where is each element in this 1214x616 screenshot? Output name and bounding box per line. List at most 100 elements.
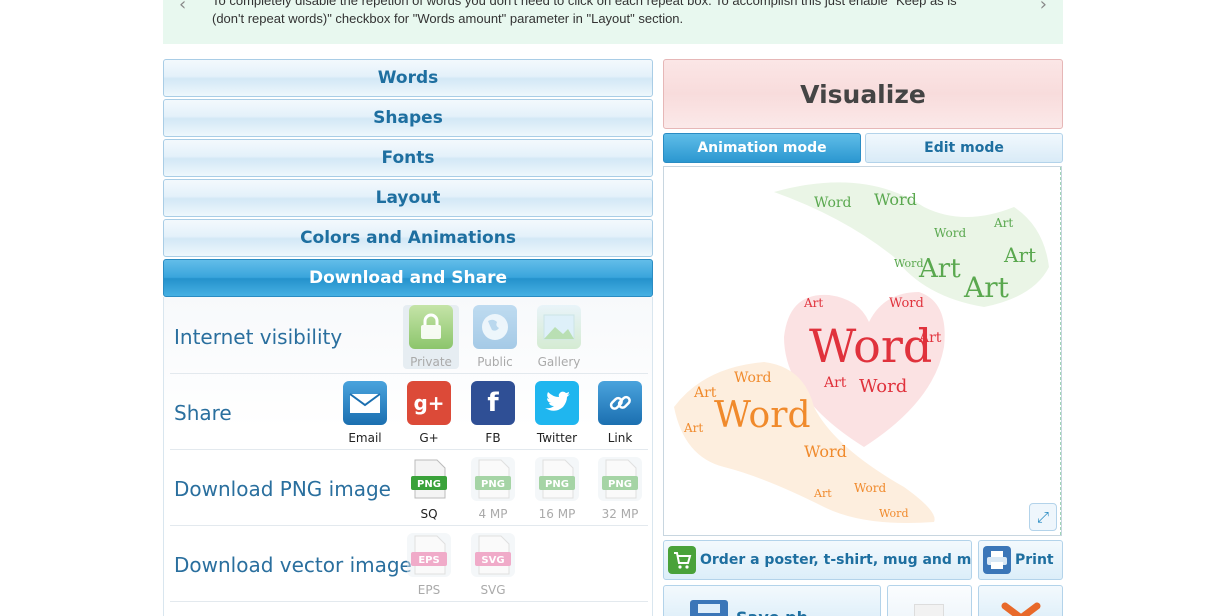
png-sq[interactable]: PNG SQ	[401, 457, 457, 521]
tip-banner: ‹ To completely disable the repetion of …	[163, 0, 1063, 44]
cloud-word: Art	[918, 330, 942, 346]
share-email[interactable]: Email	[337, 381, 393, 445]
gallery-icon	[537, 305, 581, 349]
tip-line-1: To completely disable the repetion of wo…	[212, 0, 957, 8]
cloud-word: Art	[963, 271, 1010, 304]
cloud-word: Art	[918, 254, 961, 284]
share-link[interactable]: Link	[592, 381, 648, 445]
png-badge-text: PNG	[417, 479, 441, 490]
cloud-word: Word	[889, 296, 924, 311]
visibility-gallery[interactable]: Gallery	[531, 305, 587, 369]
share-fb-label: FB	[485, 431, 501, 445]
png-badge-text: PNG	[545, 479, 569, 490]
visibility-private[interactable]: Private	[403, 305, 459, 369]
share-row: Share Email g+ G+ f FB Twitter Link	[170, 375, 648, 450]
facebook-icon: f	[471, 381, 515, 425]
floppy-icon	[690, 600, 728, 616]
cloud-word: Art	[803, 296, 823, 310]
visualize-button[interactable]: Visualize	[663, 59, 1063, 129]
google-plus-icon: g+	[407, 381, 451, 425]
cloud-word: Word	[714, 395, 811, 436]
accordion-fonts[interactable]: Fonts	[163, 139, 653, 177]
email-icon	[343, 381, 387, 425]
download-share-panel: Internet visibility Private Public Galle…	[163, 297, 653, 616]
print-button[interactable]: Print	[978, 540, 1063, 580]
save-button[interactable]: Save ph	[663, 585, 881, 616]
accordion-layout[interactable]: Layout	[163, 179, 653, 217]
png-sq-label: SQ	[420, 507, 438, 521]
vector-eps-label: EPS	[417, 583, 441, 597]
tip-text: To completely disable the repetion of wo…	[212, 0, 1012, 28]
vector-row: Download vector image EPS EPS SVG SVG	[170, 527, 648, 602]
printer-icon	[983, 546, 1011, 574]
save-label: Save ph	[736, 608, 808, 616]
png-file-icon: PNG	[535, 457, 579, 501]
link-icon	[598, 381, 642, 425]
png-32mp-label: 32 MP	[601, 507, 639, 521]
document-button[interactable]	[887, 585, 972, 616]
canvas-edge	[1060, 167, 1061, 535]
cloud-word: Word	[859, 376, 907, 397]
eps-file-icon: EPS	[407, 533, 451, 577]
globe-icon	[473, 305, 517, 349]
png-32mp[interactable]: PNG 32 MP	[592, 457, 648, 521]
vector-svg-label: SVG	[480, 583, 506, 597]
order-merch-button[interactable]: Order a poster, t-shirt, mug and more	[663, 540, 972, 580]
png-badge-text: PNG	[481, 479, 505, 490]
cloud-word: Word	[734, 370, 772, 386]
print-label: Print	[1015, 552, 1054, 568]
visibility-public[interactable]: Public	[467, 305, 523, 369]
visibility-row: Internet visibility Private Public Galle…	[170, 299, 648, 374]
svg-badge-text: SVG	[481, 555, 504, 566]
share-gplus-label: G+	[419, 431, 439, 445]
visibility-public-label: Public	[477, 355, 513, 369]
edit-mode-tab[interactable]: Edit mode	[865, 133, 1063, 163]
collapse-button[interactable]	[978, 585, 1063, 616]
vector-svg[interactable]: SVG SVG	[465, 533, 521, 597]
vector-label: Download vector image	[174, 553, 412, 577]
cloud-word: Word	[814, 195, 852, 211]
share-gplus[interactable]: g+ G+	[401, 381, 457, 445]
png-file-icon: PNG	[598, 457, 642, 501]
green-leaf-shape: Word Word Word Art Art Art Art Word	[774, 182, 1049, 307]
cloud-word: Word	[879, 507, 908, 520]
accordion-words[interactable]: Words	[163, 59, 653, 97]
share-link-label: Link	[607, 431, 633, 445]
cloud-word: Art	[993, 216, 1013, 230]
fullscreen-icon[interactable]: ⤢	[1029, 503, 1057, 531]
share-twitter[interactable]: Twitter	[529, 381, 585, 445]
share-email-label: Email	[348, 431, 382, 445]
vector-eps[interactable]: EPS EPS	[401, 533, 457, 597]
cloud-word: Word	[809, 319, 932, 373]
word-cloud-canvas[interactable]: Word Word Word Art Art Art Art Word Art …	[663, 166, 1062, 536]
share-label: Share	[174, 401, 232, 425]
png-file-icon: PNG	[471, 457, 515, 501]
accordion-download-share[interactable]: Download and Share	[163, 259, 653, 297]
cloud-word: Word	[854, 481, 886, 495]
visibility-private-label: Private	[410, 355, 452, 369]
animation-mode-tab[interactable]: Animation mode	[663, 133, 861, 163]
png-16mp[interactable]: PNG 16 MP	[529, 457, 585, 521]
accordion-shapes[interactable]: Shapes	[163, 99, 653, 137]
chevron-down-icon	[1001, 602, 1041, 616]
chevron-right-icon[interactable]: ›	[1040, 0, 1047, 15]
png-badge-text: PNG	[608, 479, 632, 490]
twitter-icon	[535, 381, 579, 425]
share-twitter-label: Twitter	[536, 431, 578, 445]
order-merch-label: Order a poster, t-shirt, mug and more	[700, 552, 972, 568]
cloud-word: Art	[683, 421, 703, 435]
visibility-label: Internet visibility	[174, 325, 343, 349]
cloud-word: Word	[804, 442, 847, 461]
png-16mp-label: 16 MP	[538, 507, 576, 521]
cloud-word: Word	[894, 257, 923, 270]
accordion-colors-animations[interactable]: Colors and Animations	[163, 219, 653, 257]
cloud-word: Art	[813, 487, 832, 500]
eps-badge-text: EPS	[418, 555, 439, 566]
share-facebook[interactable]: f FB	[465, 381, 521, 445]
cloud-word: Word	[934, 226, 966, 240]
cloud-word: Art	[1003, 243, 1036, 267]
chevron-left-icon[interactable]: ‹	[179, 0, 186, 15]
png-row: Download PNG image PNG SQ PNG 4 MP PNG 1…	[170, 451, 648, 526]
png-4mp[interactable]: PNG 4 MP	[465, 457, 521, 521]
cloud-word: Art	[823, 375, 847, 391]
